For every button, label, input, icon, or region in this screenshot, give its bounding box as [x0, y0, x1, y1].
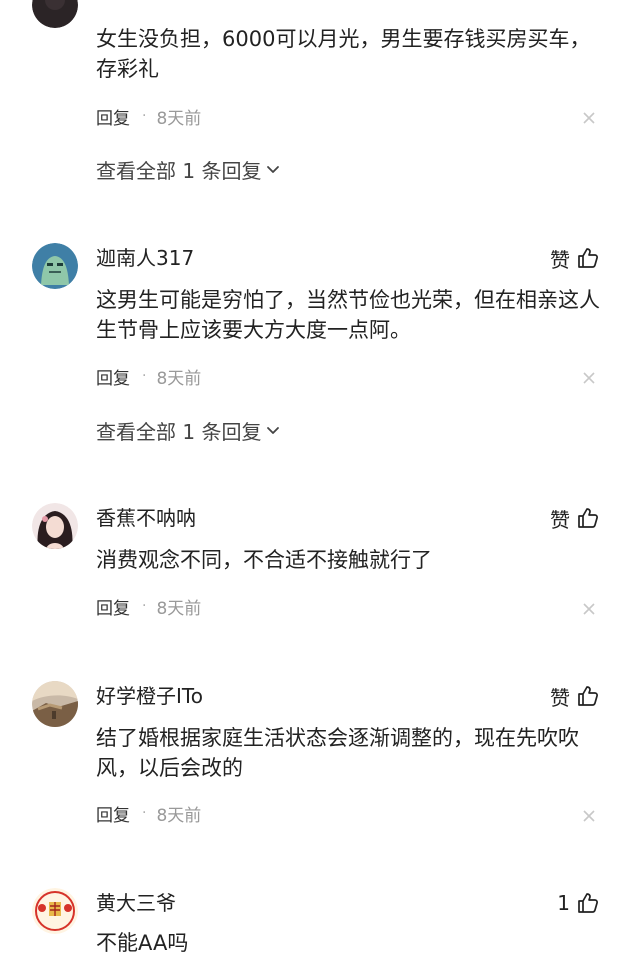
avatar[interactable] [32, 888, 78, 934]
username[interactable]: 黄大三爷 [96, 889, 176, 917]
comment-meta: 回复 · 8天前 [96, 364, 202, 389]
comment-text: 不能AA吗 [96, 931, 189, 955]
username[interactable]: 迦南人317 [96, 244, 194, 272]
close-icon[interactable] [582, 371, 596, 385]
thumbs-up-icon [576, 246, 600, 270]
thumbs-up-icon [576, 684, 600, 708]
reply-button[interactable]: 回复 [96, 801, 130, 826]
avatar[interactable] [32, 681, 78, 727]
view-replies-label: 查看全部 1 条回复 [96, 419, 262, 444]
view-replies-button[interactable]: 查看全部 1 条回复 [96, 415, 281, 445]
comment-text: 女生没负担，6000可以月光，男生要存钱买房买车， 存彩礼 [96, 27, 591, 81]
like-label: 赞 [550, 507, 570, 532]
timestamp: 8天前 [156, 805, 202, 826]
separator-dot: · [142, 108, 147, 124]
comment-meta: 回复 · 8天前 [96, 594, 202, 619]
view-replies-label: 查看全部 1 条回复 [96, 158, 262, 183]
like-label: 赞 [550, 685, 570, 710]
timestamp: 8天前 [156, 598, 202, 619]
like-button[interactable]: 赞 [550, 682, 600, 710]
like-count: 1 [557, 891, 570, 915]
comment-text: 结了婚根据家庭生活状态会逐渐调整的，现在先吹吹 风，以后会改的 [96, 726, 579, 780]
like-button[interactable]: 赞 [550, 504, 600, 532]
chevron-down-icon [265, 422, 281, 438]
view-replies-button[interactable]: 查看全部 1 条回复 [96, 154, 281, 184]
comment-text: 这男生可能是穷怕了，当然节俭也光荣，但在相亲这人 生节骨上应该要大方大度一点阿。 [96, 288, 600, 342]
avatar[interactable] [32, 0, 78, 28]
reply-button[interactable]: 回复 [96, 364, 130, 389]
avatar[interactable] [32, 243, 78, 289]
close-icon[interactable] [582, 602, 596, 616]
like-button[interactable]: 1 [557, 889, 600, 917]
username[interactable]: 香蕉不呐呐 [96, 504, 196, 532]
comment-text: 消费观念不同，不合适不接触就行了 [96, 548, 432, 572]
separator-dot: · [142, 368, 147, 384]
avatar[interactable] [32, 503, 78, 549]
close-icon[interactable] [582, 111, 596, 125]
chevron-down-icon [265, 161, 281, 177]
separator-dot: · [142, 805, 147, 821]
timestamp: 8天前 [156, 108, 202, 129]
timestamp: 8天前 [156, 368, 202, 389]
username[interactable]: 好学橙子ITo [96, 682, 203, 710]
comment-meta: 回复 · 8天前 [96, 104, 202, 129]
thumbs-up-icon [576, 506, 600, 530]
comment-meta: 回复 · 8天前 [96, 801, 202, 826]
like-label: 赞 [550, 247, 570, 272]
reply-button[interactable]: 回复 [96, 594, 130, 619]
close-icon[interactable] [582, 809, 596, 823]
thumbs-up-icon [576, 891, 600, 915]
like-button[interactable]: 赞 [550, 244, 600, 272]
separator-dot: · [142, 598, 147, 614]
reply-button[interactable]: 回复 [96, 104, 130, 129]
